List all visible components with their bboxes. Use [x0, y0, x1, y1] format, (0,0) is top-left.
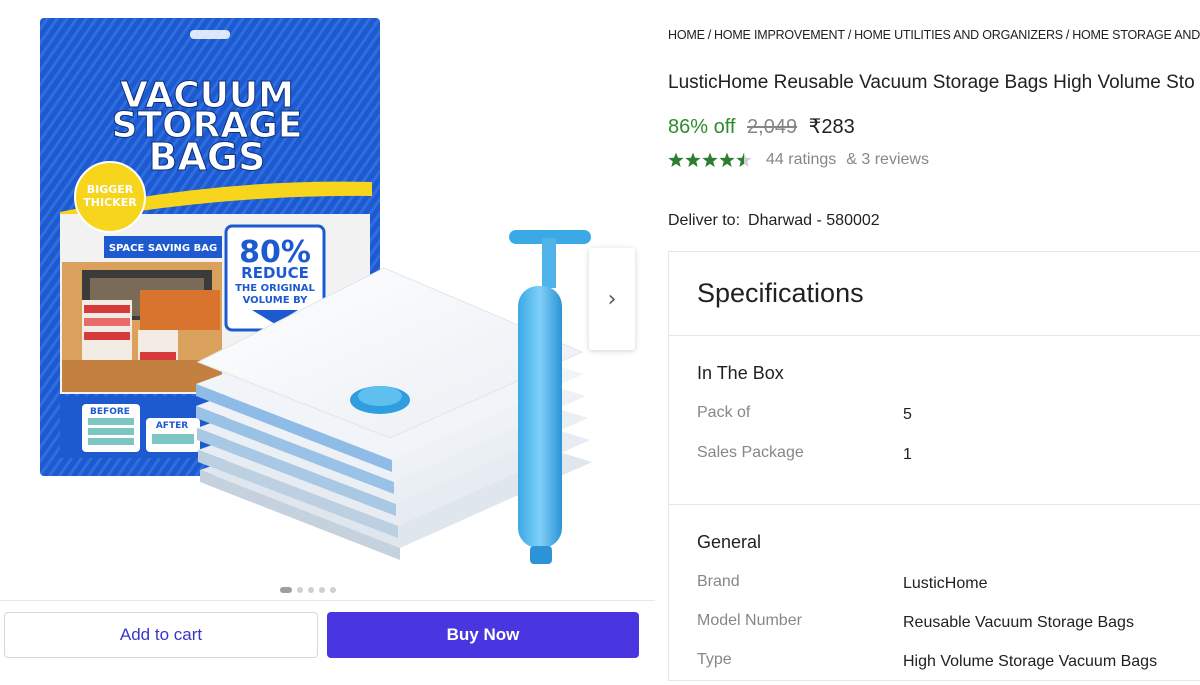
original-price: 2,049 — [747, 116, 798, 138]
breadcrumb-item-home[interactable]: HOME — [668, 28, 705, 42]
carousel-dot[interactable] — [280, 587, 292, 593]
product-title: LusticHome Reusable Vacuum Storage Bags … — [668, 72, 1195, 93]
breadcrumb-item-home-improvement[interactable]: HOME IMPROVEMENT — [714, 28, 845, 42]
star-icon — [702, 152, 718, 167]
spec-label-type: Type — [697, 651, 732, 668]
spec-label-sales-package: Sales Package — [697, 444, 804, 461]
spec-value-sales-package: 1 — [903, 446, 912, 463]
before-label: BEFORE — [90, 407, 130, 417]
reduce-line-3: VOLUME BY — [243, 295, 309, 306]
spec-section-general: General Brand LusticHome Model Number Re… — [669, 505, 1200, 685]
spec-section-title: In The Box — [697, 363, 784, 383]
spec-section-title: General — [697, 532, 762, 552]
spec-value-pack-of: 5 — [903, 406, 912, 423]
star-icon — [736, 152, 752, 167]
breadcrumb: HOME / HOME IMPROVEMENT / HOME UTILITIES AND… — [668, 28, 1200, 42]
discount-percent: 86% off — [668, 116, 736, 138]
spec-label-brand: Brand — [697, 573, 740, 590]
rating-stars — [668, 152, 754, 168]
specifications-card: Specifications In The Box Pack of 5 Sale… — [668, 251, 1200, 681]
image-carousel-dots — [280, 587, 336, 593]
star-icon — [685, 152, 701, 167]
delivery-location[interactable]: Deliver to: Dharwad - 580002 — [668, 212, 880, 230]
reduce-line-2: THE ORIGINAL — [235, 283, 315, 294]
breadcrumb-item-home-storage[interactable]: HOME STORAGE AND ORG — [1072, 28, 1200, 42]
reviews-count[interactable]: & 3 reviews — [846, 151, 929, 169]
carousel-dot[interactable] — [319, 587, 325, 593]
after-label: AFTER — [156, 421, 188, 431]
next-image-button[interactable]: › — [589, 248, 635, 350]
carousel-dot[interactable] — [330, 587, 336, 593]
add-to-cart-button[interactable]: Add to cart — [4, 612, 318, 658]
spec-label-pack-of: Pack of — [697, 404, 751, 421]
buy-now-button[interactable]: Buy Now — [327, 612, 639, 658]
deliver-location-value: Dharwad - 580002 — [748, 212, 880, 229]
selling-price: ₹283 — [808, 116, 855, 138]
spec-value-model-number: Reusable Vacuum Storage Bags — [903, 614, 1134, 631]
deliver-to-label: Deliver to: — [668, 212, 741, 229]
ratings-count[interactable]: 44 ratings — [766, 151, 836, 169]
spec-value-type: High Volume Storage Vacuum Bags — [903, 653, 1158, 670]
spec-label-model-number: Model Number — [697, 612, 802, 629]
product-details: HOME / HOME IMPROVEMENT / HOME UTILITIES AND… — [668, 0, 1200, 681]
purchase-actions: Add to cart Buy Now — [0, 600, 655, 676]
spec-section-in-the-box: In The Box Pack of 5 Sales Package 1 — [669, 336, 1200, 505]
chevron-right-icon: › — [607, 286, 617, 312]
space-saving-label: SPACE SAVING BAG — [109, 243, 217, 254]
badge-line-1: BIGGER — [87, 183, 134, 196]
specifications-heading: Specifications — [669, 252, 1200, 336]
price-row: 86% off 2,049 ₹283 — [668, 114, 855, 139]
product-gallery: VACUUM STORAGE BAGS BIGGER THICKER SPACE… — [0, 0, 655, 600]
star-icon — [668, 152, 684, 167]
star-icon — [719, 152, 735, 167]
carousel-dot[interactable] — [297, 587, 303, 593]
product-image[interactable]: VACUUM STORAGE BAGS BIGGER THICKER SPACE… — [0, 0, 655, 600]
spec-value-brand: LusticHome — [903, 575, 988, 592]
rating-row: 44 ratings & 3 reviews — [668, 151, 929, 169]
reduce-line-1: REDUCE — [241, 264, 309, 282]
badge-line-2: THICKER — [83, 196, 137, 209]
package-title-line-3: BAGS — [149, 135, 266, 179]
breadcrumb-item-home-utilities[interactable]: HOME UTILITIES AND ORGANIZERS — [854, 28, 1063, 42]
carousel-dot[interactable] — [308, 587, 314, 593]
